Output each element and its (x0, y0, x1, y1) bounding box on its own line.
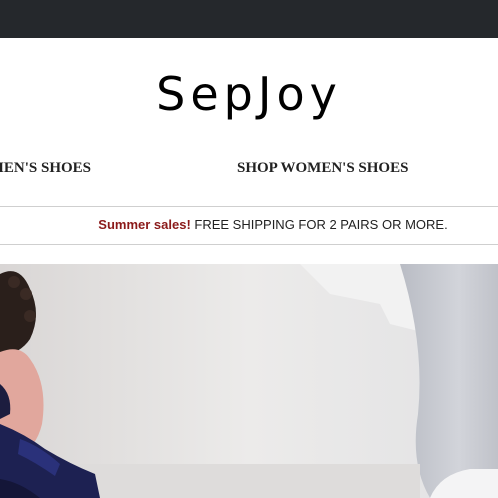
hero-image[interactable] (0, 264, 498, 498)
promo-highlight: Summer sales! (98, 217, 191, 232)
nav-shop-womens-shoes[interactable]: SHOP WOMEN'S SHOES (237, 160, 408, 177)
promo-text: Summer sales! FREE SHIPPING FOR 2 PAIRS … (0, 217, 498, 232)
promo-message: FREE SHIPPING FOR 2 PAIRS OR MORE. (190, 217, 448, 232)
nav-item-label: SHOP WOMEN'S SHOES (237, 160, 409, 176)
nav-item-label: MEN'S SHOES (0, 160, 91, 176)
brand-logo[interactable]: SepJoy (0, 62, 498, 126)
top-bar (0, 0, 498, 38)
nav-shop-mens-shoes[interactable]: MEN'S SHOES (0, 160, 91, 177)
hero-photo (0, 264, 498, 498)
promo-banner: Summer sales! FREE SHIPPING FOR 2 PAIRS … (0, 206, 498, 245)
